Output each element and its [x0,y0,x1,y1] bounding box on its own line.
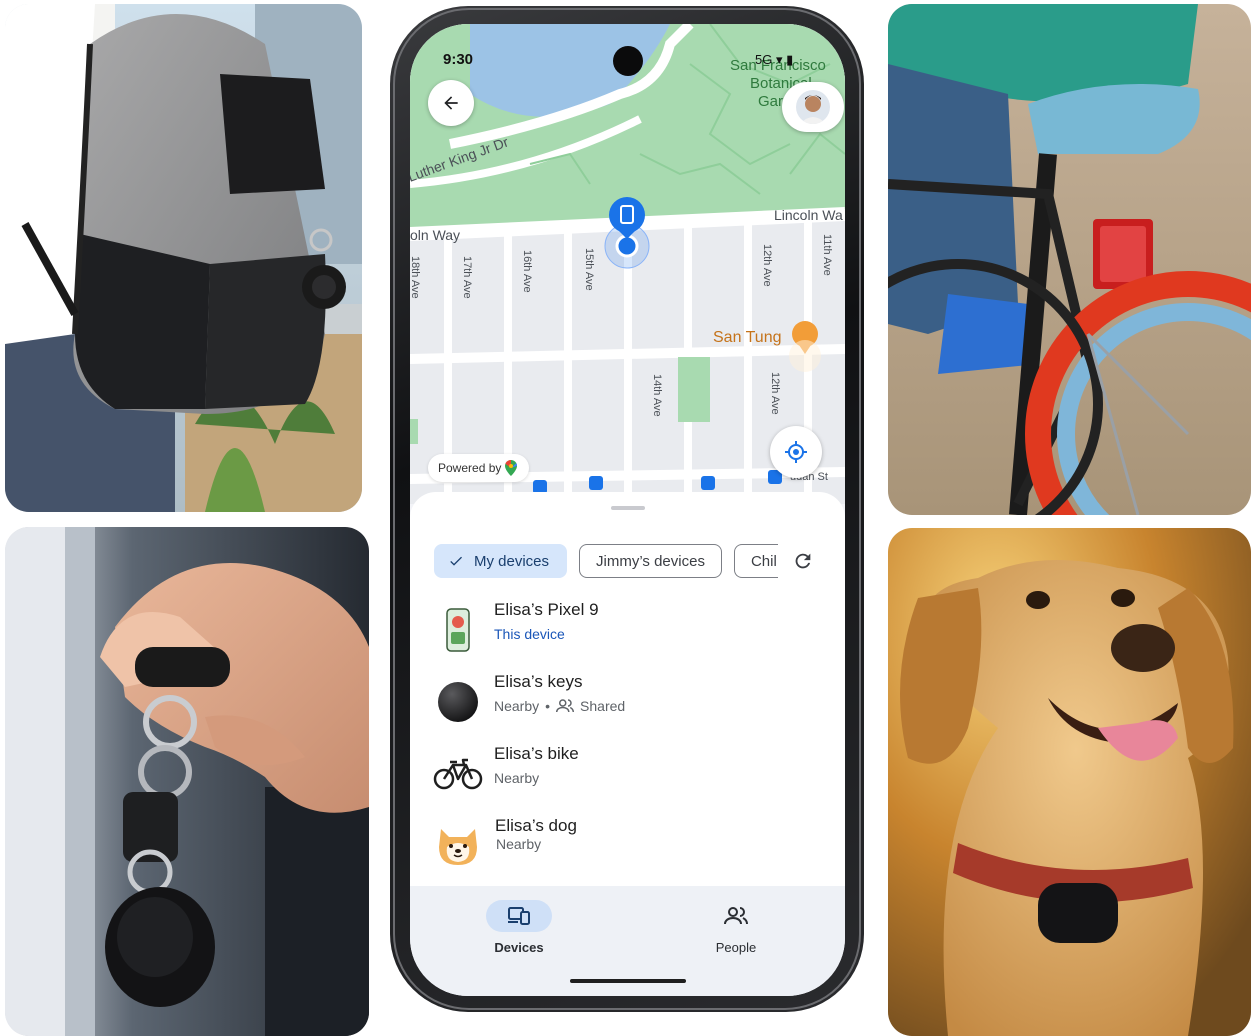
refresh-button[interactable] [786,544,820,578]
back-button[interactable] [428,80,474,126]
street-label: 15th Ave [583,248,595,291]
bottom-navigation: Devices People [410,886,845,996]
keyring-photo [5,527,369,1036]
people-icon [556,699,575,713]
devices-icon [508,907,530,925]
device-name: Elisa’s bike [494,744,579,763]
avatar [796,90,830,124]
device-item-keys[interactable]: Elisa’s keys Nearby • Shared [410,670,845,734]
bicycle-icon [432,748,484,800]
device-filter-chips: My devices Jimmy’s devices Chil [434,544,814,578]
nav-label: People [715,940,757,955]
front-camera [613,46,643,76]
device-item-pixel[interactable]: Elisa’s Pixel 9 This device [410,598,845,662]
chip-my-devices[interactable]: My devices [434,544,568,578]
product-collage: Luther King Jr Dr Lincoln Wa oln Way San… [0,0,1251,1036]
status-separator: • [545,698,551,714]
street-label: 16th Ave [521,250,533,293]
street-label: Lincoln Wa [774,207,843,223]
my-location-icon [785,441,807,463]
street-label: 17th Ave [461,256,473,299]
refresh-icon [795,553,811,569]
device-status: Nearby [494,698,540,714]
dog-photo [888,528,1251,1036]
chip-jimmys-devices[interactable]: Jimmy’s devices [579,544,722,578]
chip-children-devices[interactable]: Chil [733,544,778,578]
dog-emoji-icon [432,820,484,872]
street-label: 14th Ave [651,374,663,417]
poi-label: San Tung [713,329,782,346]
device-name: Elisa’s keys [494,672,583,691]
account-avatar-button[interactable] [782,82,844,132]
drag-handle[interactable] [611,506,645,510]
street-label: oln Way [410,227,460,243]
google-maps-pin-icon [505,460,518,476]
device-item-dog[interactable]: Elisa’s dog Nearby [410,816,845,880]
chip-label: Chil [750,552,777,570]
chip-label: My devices [474,552,550,570]
device-status: Nearby [494,770,540,786]
my-location-button[interactable] [770,426,822,478]
arrow-back-icon [444,96,458,110]
backpack-photo [5,4,362,512]
status-icons: 5G ▾ ▮ [755,52,794,67]
check-icon [450,556,462,566]
street-label: Gar [758,93,783,110]
device-status-row: Nearby • Shared [494,698,625,714]
gesture-home-bar[interactable] [570,979,686,983]
nav-people[interactable]: People [681,900,791,955]
street-label: 18th Ave [410,256,421,299]
nav-devices[interactable]: Devices [464,900,574,955]
device-name: Elisa’s dog [495,816,577,835]
powered-by-text: Powered by [438,461,502,475]
bicycle-photo [888,4,1251,515]
shared-label: Shared [580,698,626,714]
chip-label: Jimmy’s devices [596,552,705,570]
people-icon [724,907,748,925]
phone-thumbnail [432,604,484,656]
nav-label: Devices [494,940,544,955]
street-label: 11th Ave [821,234,833,276]
nav-pill [486,900,552,932]
device-status: Nearby [496,836,542,852]
devices-sheet: My devices Jimmy’s devices Chil Elisa’s … [410,492,845,887]
device-item-bike[interactable]: Elisa’s bike Nearby [410,742,845,806]
powered-by-badge: Powered by [428,454,530,482]
tracker-tag-icon [432,676,484,728]
nav-pill [703,900,769,932]
street-label: 12th Ave [761,244,773,287]
find-my-device-screen: Luther King Jr Dr Lincoln Wa oln Way San… [410,24,845,996]
street-label: 12th Ave [769,372,781,415]
device-name: Elisa’s Pixel 9 [494,600,599,619]
device-status: This device [494,626,565,642]
status-time: 9:30 [443,51,474,68]
